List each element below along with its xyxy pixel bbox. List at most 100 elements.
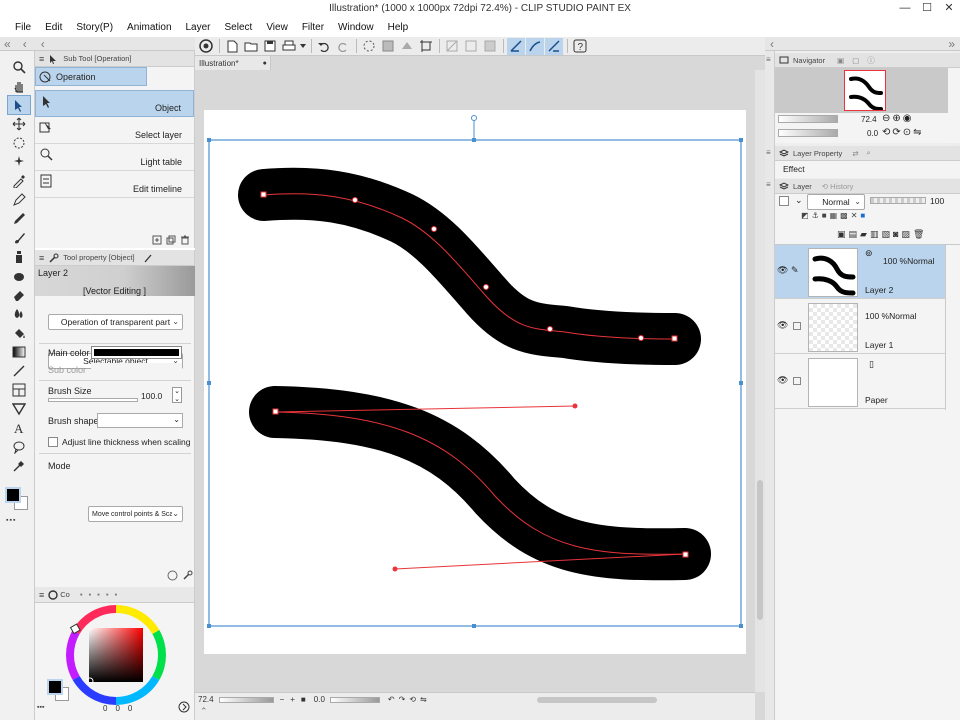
opacity-value[interactable]: 100 [930, 196, 944, 206]
menu-icon[interactable]: ≡ [766, 180, 771, 189]
rotate-right-icon[interactable]: ↷ [399, 695, 406, 704]
undo-icon[interactable] [315, 38, 333, 55]
canvas-zoom-value[interactable]: 72.4 [198, 695, 214, 704]
zoom-slider[interactable] [218, 696, 274, 703]
layer-color-checkbox[interactable] [779, 196, 789, 206]
expand-up-icon[interactable]: ⌃ [200, 706, 208, 717]
color-panel-settings-icon[interactable] [178, 701, 190, 713]
flip-icon[interactable]: ⇋ [420, 695, 427, 704]
fill-icon[interactable] [398, 38, 416, 55]
chevron-down-icon[interactable] [299, 38, 307, 55]
eye-icon[interactable]: 👁 [777, 320, 788, 331]
control-point[interactable] [638, 335, 644, 341]
reset-rotation-icon[interactable]: ⟲ [409, 695, 416, 704]
clipping-icon[interactable]: ◩ [801, 211, 809, 220]
grid-snap-icon[interactable] [545, 37, 563, 55]
color-tab-label[interactable]: Co [60, 590, 70, 599]
menu-icon[interactable]: ≡ [39, 253, 44, 263]
control-point-endpoint[interactable] [682, 551, 689, 558]
eyedropper-tool-icon[interactable] [8, 172, 30, 190]
navigator-title[interactable]: Navigator [793, 56, 825, 65]
brush-settings-icon[interactable] [143, 253, 153, 263]
layer-checkbox[interactable] [793, 377, 801, 385]
airbrush-tool-icon[interactable] [8, 248, 30, 266]
vertical-scrollbar[interactable] [755, 70, 765, 692]
chevron-left-icon[interactable]: ‹ [770, 38, 774, 50]
horizontal-scroll-thumb[interactable] [536, 696, 657, 703]
blend-tool-icon[interactable] [8, 305, 30, 323]
operation-tool-icon[interactable] [7, 95, 31, 115]
navigator-rotation-slider[interactable] [778, 129, 838, 137]
sub-tool-item-edit-timeline[interactable]: Edit timeline [35, 171, 194, 198]
layer-color-icon[interactable]: ■ [860, 211, 865, 220]
mode-select[interactable]: Move control points & Scale ⌄ [88, 506, 183, 522]
deselect-icon[interactable] [443, 38, 461, 55]
layer-property-title[interactable]: Layer Property [793, 149, 842, 158]
navigator-rotation-value[interactable]: 0.0 [867, 129, 878, 138]
eraser-tool-icon[interactable] [8, 286, 30, 304]
new-vector-layer-icon[interactable]: ▤ [849, 229, 858, 240]
control-point-endpoint[interactable] [260, 191, 267, 198]
new-raster-layer-icon[interactable]: ▣ [837, 229, 846, 240]
menu-view[interactable]: View [259, 22, 295, 33]
transform-icon[interactable] [379, 38, 397, 55]
special-ruler-snap-icon[interactable] [526, 37, 544, 55]
mask-add-icon[interactable]: ◙ [893, 229, 898, 240]
sub-view-tab-icon[interactable]: ▣ [837, 56, 844, 65]
text-tool-icon[interactable]: A [8, 419, 30, 437]
menu-icon[interactable]: ≡ [766, 55, 771, 64]
pencil-tool-icon[interactable] [8, 210, 30, 228]
layer-row[interactable]: 👁 ▯ Paper [775, 355, 945, 409]
navigator-zoom-value[interactable]: 72.4 [861, 115, 877, 124]
sub-tool-group-tab[interactable]: Operation [35, 67, 147, 86]
main-color-field[interactable] [91, 346, 182, 359]
menu-icon[interactable]: ≡ [766, 148, 771, 157]
main-sub-color-swatch[interactable] [5, 487, 29, 511]
collapse-right-icon[interactable]: » [948, 38, 955, 50]
eye-icon[interactable]: 👁 [777, 375, 788, 386]
menu-filter[interactable]: Filter [295, 22, 331, 33]
chevron-down-icon[interactable]: ⌄ [795, 195, 803, 206]
help-icon[interactable]: ? [571, 38, 589, 55]
layer-row[interactable]: 👁 100 %Normal Layer 1 [775, 300, 945, 354]
figure-tool-icon[interactable] [8, 362, 30, 380]
sub-tool-copy-icon[interactable] [152, 235, 162, 245]
zoom-in-icon[interactable]: + [290, 695, 295, 704]
operation-transparent-select[interactable]: Operation of transparent part ⌄ [48, 314, 183, 330]
color-wheel[interactable] [63, 602, 169, 708]
hand-tool-icon[interactable] [8, 77, 30, 95]
correct-line-tool-icon[interactable] [8, 457, 30, 475]
auto-select-tool-icon[interactable] [8, 153, 30, 171]
menu-edit[interactable]: Edit [38, 22, 69, 33]
clear-icon[interactable] [360, 38, 378, 55]
print-icon[interactable] [280, 38, 298, 55]
balloon-tool-icon[interactable] [8, 438, 30, 456]
navigator-viewport[interactable] [844, 70, 886, 111]
sub-tool-duplicate-icon[interactable] [166, 235, 176, 245]
crop-icon[interactable] [417, 38, 435, 55]
color-value-v[interactable]: 0 [128, 704, 132, 713]
tool-settings-icon[interactable] [182, 570, 193, 581]
control-handle-point[interactable] [392, 566, 398, 572]
ruler-snap-icon[interactable] [507, 37, 525, 55]
reset-icon[interactable] [167, 570, 178, 581]
navigator-rotate-buttons[interactable]: ⟲⟳⊙⇋ [882, 127, 924, 138]
bbox-handle-t[interactable] [472, 138, 476, 142]
zoom-out-icon[interactable]: − [280, 695, 285, 704]
layer-option-icons[interactable]: ◩ ⚓ ■ ▦ ▩ ✕ ■ [801, 211, 865, 220]
navigator-preview[interactable] [775, 68, 948, 113]
info-tab-icon[interactable]: ⓘ [867, 55, 875, 66]
redo-icon[interactable] [334, 38, 352, 55]
navigator-zoom-buttons[interactable]: ⊖⊕◉ [882, 113, 913, 124]
frame-border-tool-icon[interactable] [8, 381, 30, 399]
color-panel-tabs[interactable]: ▪▪▪▪▪ [80, 590, 123, 599]
layer-checkbox[interactable] [793, 322, 801, 330]
opacity-slider[interactable] [870, 197, 926, 204]
bbox-handle-r[interactable] [739, 381, 743, 385]
color-swatch-main-sub[interactable] [47, 679, 69, 701]
menu-layer[interactable]: Layer [179, 22, 218, 33]
lock-icon[interactable]: ■ [822, 211, 827, 220]
chevron-left-icon[interactable]: ‹ [23, 38, 27, 50]
sub-tool-item-object[interactable]: Object [35, 90, 194, 117]
mask-icon[interactable]: ▩ [840, 211, 848, 220]
